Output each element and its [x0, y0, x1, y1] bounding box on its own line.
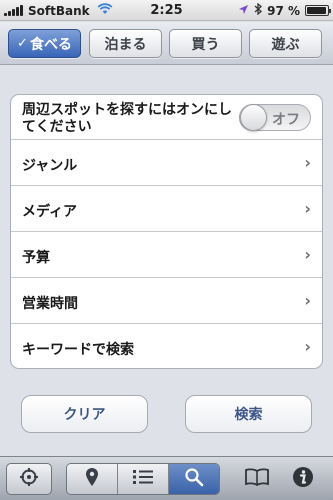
- tab-eat[interactable]: ✓ 食べる: [8, 29, 81, 58]
- bookmarks-button[interactable]: [240, 463, 274, 495]
- crosshair-icon: [19, 467, 39, 491]
- clear-button[interactable]: クリア: [21, 395, 148, 433]
- nearby-spots-toggle[interactable]: オフ: [239, 104, 311, 131]
- list-item-label: キーワードで検索: [22, 342, 134, 358]
- tab-stay[interactable]: 泊まる: [89, 29, 162, 58]
- list-item-keyword-search[interactable]: キーワードで検索 ›: [11, 324, 322, 368]
- battery-percent: 97 %: [267, 3, 300, 18]
- list-item-label: メディア: [22, 204, 78, 220]
- list-item-label: ジャンル: [22, 158, 78, 174]
- list-item-budget[interactable]: 予算 ›: [11, 232, 322, 278]
- list-item-business-hours[interactable]: 営業時間 ›: [11, 278, 322, 324]
- search-options-list: 周辺スポットを探すにはオンにしてください オフ ジャンル › メディア › 予算…: [10, 94, 323, 369]
- tab-shop-label: 買う: [191, 36, 220, 53]
- tab-play-label: 遊ぶ: [271, 36, 300, 53]
- toggle-knob[interactable]: [240, 104, 267, 131]
- bottom-toolbar: [0, 456, 333, 500]
- search-icon: [184, 467, 204, 491]
- info-icon: [292, 466, 314, 492]
- map-pin-icon: [84, 467, 100, 491]
- current-location-button[interactable]: [6, 463, 52, 495]
- info-button[interactable]: [286, 463, 320, 495]
- search-view-button[interactable]: [169, 464, 219, 494]
- tab-shop[interactable]: 買う: [169, 29, 242, 58]
- list-view-button[interactable]: [118, 464, 169, 494]
- chevron-right-icon: ›: [304, 291, 311, 310]
- chevron-right-icon: ›: [304, 245, 311, 264]
- list-item-label: 営業時間: [22, 296, 78, 312]
- list-item-genre[interactable]: ジャンル ›: [11, 140, 322, 186]
- category-tab-bar: ✓ 食べる 泊まる 買う 遊ぶ: [0, 22, 333, 65]
- tab-play[interactable]: 遊ぶ: [249, 29, 322, 58]
- book-icon: [244, 467, 270, 491]
- nearby-spots-label: 周辺スポットを探すにはオンにしてください: [22, 102, 232, 135]
- tab-stay-label: 泊まる: [104, 36, 147, 53]
- bluetooth-icon: [254, 2, 263, 18]
- chevron-right-icon: ›: [304, 337, 311, 356]
- map-view-button[interactable]: [67, 464, 118, 494]
- battery-icon: [305, 5, 331, 16]
- list-item-label: 予算: [22, 250, 50, 266]
- search-button[interactable]: 検索: [185, 395, 312, 433]
- chevron-right-icon: ›: [304, 199, 311, 218]
- list-item-media[interactable]: メディア ›: [11, 186, 322, 232]
- view-mode-segmented-control: [66, 463, 220, 495]
- tab-eat-label: 食べる: [29, 36, 72, 53]
- checkmark-icon: ✓: [17, 36, 28, 51]
- chevron-right-icon: ›: [304, 153, 311, 172]
- status-bar: SoftBank 2:25 97 %: [0, 0, 333, 21]
- toggle-state-label: オフ: [272, 112, 300, 128]
- list-icon: [132, 469, 154, 489]
- nearby-spots-row: 周辺スポットを探すにはオンにしてください オフ: [11, 95, 322, 140]
- location-arrow-icon: [238, 4, 249, 18]
